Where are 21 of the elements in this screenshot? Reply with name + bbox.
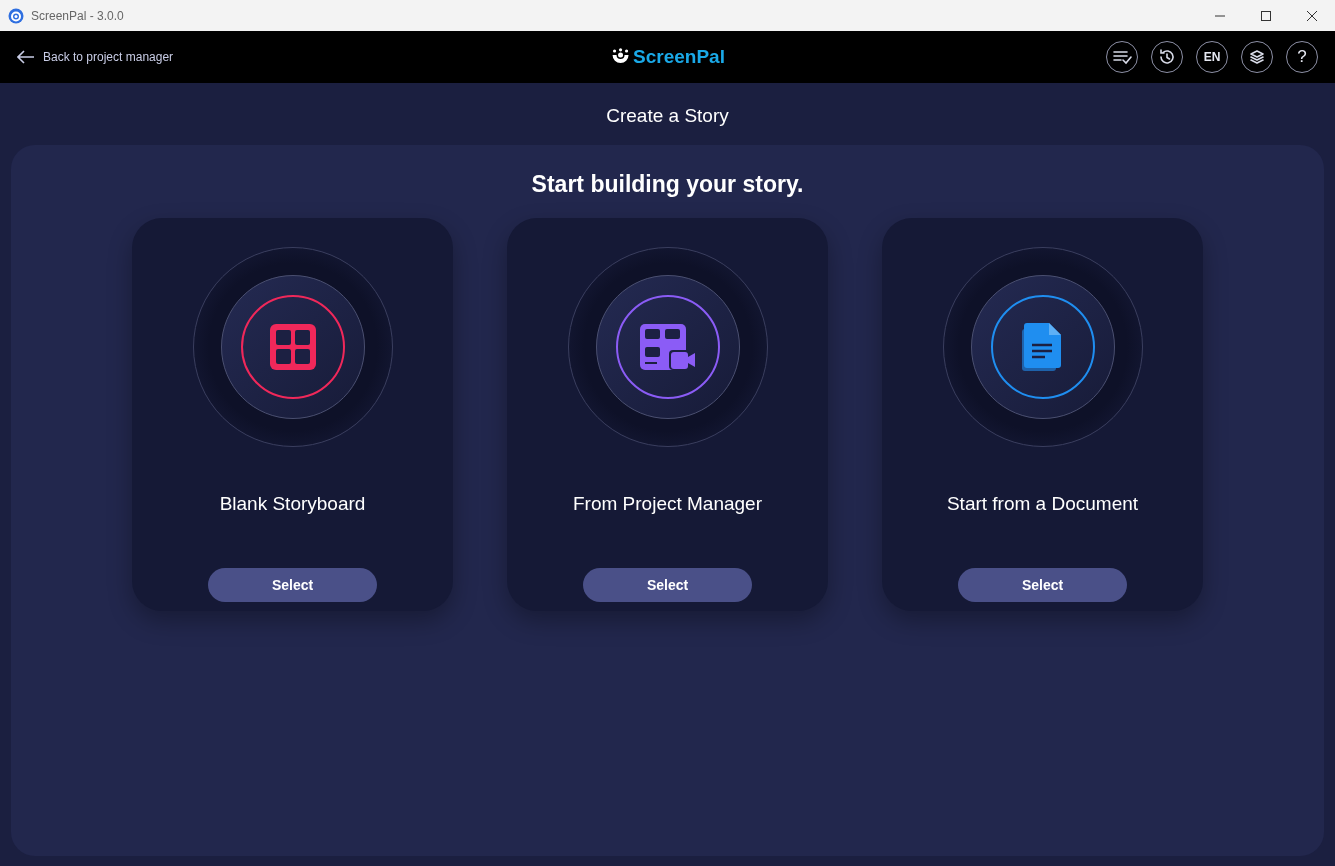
- app-logo: ScreenPal: [610, 46, 725, 68]
- card-title: From Project Manager: [573, 493, 762, 515]
- checklist-icon: [1112, 49, 1132, 65]
- select-button[interactable]: Select: [958, 568, 1127, 602]
- window-title: ScreenPal - 3.0.0: [31, 8, 124, 23]
- close-icon[interactable]: [1306, 9, 1318, 22]
- storyboard-video-icon: [639, 324, 696, 370]
- document-icon: [1021, 323, 1064, 371]
- layers-icon: [1248, 48, 1266, 66]
- page-title: Create a Story: [605, 104, 730, 128]
- history-icon: [1158, 48, 1176, 66]
- maximize-icon[interactable]: [1260, 9, 1272, 22]
- back-link[interactable]: Back to project manager: [17, 50, 174, 64]
- app-logo-icon: [8, 7, 24, 24]
- section-heading: Start building your story.: [531, 170, 804, 199]
- grid-icon: [269, 324, 316, 370]
- back-arrow-icon: [17, 50, 35, 64]
- card-title: Start from a Document: [946, 493, 1139, 515]
- select-button[interactable]: Select: [583, 568, 752, 602]
- card-title: Blank Storyboard: [219, 493, 366, 515]
- select-button[interactable]: Select: [208, 568, 377, 602]
